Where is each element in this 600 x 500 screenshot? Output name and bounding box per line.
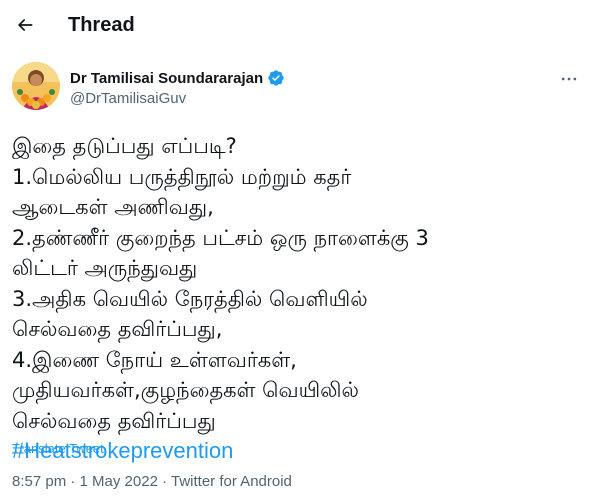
avatar[interactable] xyxy=(12,62,60,110)
author-handle[interactable]: @DrTamilisaiGuv xyxy=(70,90,186,107)
author-name-row[interactable]: Dr Tamilisai Soundararajan xyxy=(70,69,285,87)
tweet-source[interactable]: Twitter for Android xyxy=(171,473,292,490)
tweet-meta: 8:57 pm · 1 May 2022 · Twitter for Andro… xyxy=(12,473,292,490)
more-horizontal-icon xyxy=(561,77,577,81)
tweet-line: 1.மெல்லிய பருத்திநூல் மற்றும் கதர் xyxy=(12,164,352,189)
tweet-thread-page: Thread Dr Tamilisai Soundararajan @DrTam… xyxy=(0,0,600,500)
tweet-line: 4.இணை நோய் உள்ளவர்கள், xyxy=(12,347,297,372)
tweet-line: செல்வதை தவிர்ப்பது xyxy=(12,408,216,433)
tweet-text: இதை தடுப்பது எப்படி? 1.மெல்லிய பருத்திநூ… xyxy=(12,131,582,467)
tweet-line: இதை தடுப்பது எப்படி? xyxy=(12,134,237,158)
verified-badge-icon xyxy=(268,70,284,86)
tweet-line: ஆடைகள் அணிவது, xyxy=(12,195,214,219)
arrow-left-icon xyxy=(18,19,33,31)
avatar-image xyxy=(12,62,60,110)
thread-header: Thread xyxy=(0,0,600,53)
meta-separator: · xyxy=(157,473,171,490)
meta-separator: · xyxy=(66,473,80,490)
tweet-line: 2.தண்ணீர் குறைந்த பட்சம் ஒரு நாளைக்கு 3 xyxy=(12,225,429,250)
back-button[interactable] xyxy=(8,8,42,42)
tweet-time[interactable]: 8:57 pm xyxy=(12,473,66,490)
tweet-date[interactable]: 1 May 2022 xyxy=(80,473,158,490)
translate-tweet-link[interactable]: Translate Tweet xyxy=(12,441,104,456)
tweet-line: 3.அதிக வெயில் நேரத்தில் வெளியில் xyxy=(12,286,368,311)
tweet-line: லிட்டர் அருந்துவது xyxy=(12,256,198,280)
tweet-line: முதியவர்கள்,குழந்தைகள் வெயிலில் xyxy=(12,378,359,402)
page-title: Thread xyxy=(68,14,135,36)
author-name[interactable]: Dr Tamilisai Soundararajan xyxy=(70,70,263,87)
tweet-line: செல்வதை தவிர்ப்பது, xyxy=(12,317,223,341)
more-options-button[interactable] xyxy=(554,64,584,94)
